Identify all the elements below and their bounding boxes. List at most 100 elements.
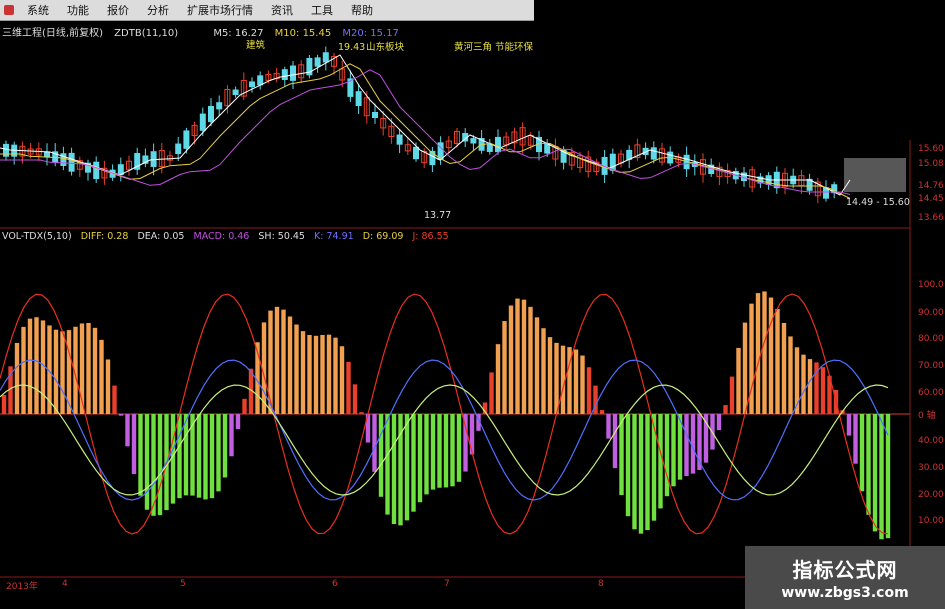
- ind-sh: SH: 50.45: [258, 231, 305, 242]
- candle-body: [183, 130, 190, 149]
- macd-bar: [378, 414, 384, 497]
- macd-bar: [671, 414, 676, 487]
- range-label: 14.49 - 15.60: [846, 197, 910, 208]
- candle-body: [216, 102, 223, 110]
- ind-tick: 100.0: [918, 280, 944, 290]
- macd-bar: [768, 297, 774, 414]
- macd-bar: [443, 414, 449, 488]
- indicator-values-row: VOL-TDX(5,10) DIFF: 0.28 DEA: 0.05 MACD:…: [2, 231, 455, 242]
- price-tick: 14.76: [918, 181, 944, 191]
- macd-bar: [203, 414, 208, 500]
- macd-bar: [716, 414, 722, 431]
- macd-bar: [632, 414, 637, 530]
- macd-bar: [872, 414, 878, 532]
- date-label: 7: [444, 579, 450, 589]
- candle-body: [93, 161, 100, 180]
- macd-bar: [495, 344, 501, 414]
- macd-bar: [554, 342, 559, 414]
- macd-bar: [86, 322, 91, 414]
- candle-body: [314, 57, 321, 67]
- candle-body: [495, 136, 501, 153]
- macd-bar: [801, 354, 806, 414]
- ind-diff: DIFF: 0.28: [80, 231, 129, 242]
- tag-building: 建筑: [246, 39, 266, 51]
- macd-bar: [755, 293, 761, 414]
- macd-bar: [235, 414, 241, 430]
- ma20-line: [0, 69, 851, 195]
- candle-body: [175, 143, 182, 155]
- macd-bar: [359, 412, 364, 414]
- macd-bar: [417, 414, 423, 503]
- macd-bar: [183, 414, 189, 496]
- macd-bar: [14, 342, 20, 414]
- candle-body: [650, 147, 657, 160]
- macd-bar: [723, 405, 728, 414]
- candle-body: [486, 143, 493, 152]
- macd-bar: [859, 414, 865, 492]
- macd-bar: [352, 384, 358, 414]
- ind-tick: 80.00: [918, 334, 944, 344]
- macd-bar: [599, 410, 605, 414]
- candle-body: [626, 149, 633, 160]
- macd-bar: [450, 414, 455, 487]
- ind-tick: 90.00: [918, 308, 944, 318]
- macd-bar: [196, 414, 202, 498]
- macd-bar: [846, 414, 852, 436]
- site-watermark: 指标公式网 www.zbgs3.com: [745, 546, 945, 609]
- date-label: 2013年: [6, 582, 38, 592]
- macd-bar: [437, 414, 442, 488]
- macd-bar: [404, 414, 410, 521]
- candle-body: [544, 143, 551, 154]
- candle-body: [396, 134, 403, 145]
- macd-bar: [820, 367, 826, 414]
- candle-body: [281, 69, 288, 81]
- macd-bar: [209, 414, 215, 499]
- candle-body: [68, 152, 75, 172]
- macd-bar: [606, 414, 611, 439]
- macd-bar: [508, 305, 514, 414]
- ind-tick: 10.00: [918, 516, 944, 526]
- macd-bar: [456, 414, 462, 482]
- macd-bar: [866, 414, 871, 515]
- macd-bar: [736, 347, 741, 414]
- macd-bar: [489, 372, 494, 414]
- macd-bar: [339, 346, 345, 414]
- macd-bar: [528, 306, 533, 414]
- macd-bar: [619, 414, 624, 496]
- ind-tick: 30.00: [918, 463, 944, 473]
- macd-bar: [294, 324, 299, 414]
- macd-bar: [320, 334, 325, 414]
- watermark-title: 指标公式网: [792, 558, 898, 582]
- date-label: 5: [180, 579, 186, 589]
- ind-dea: DEA: 0.05: [137, 231, 185, 242]
- macd-bar: [177, 414, 182, 499]
- macd-bar: [229, 414, 234, 457]
- macd-bar: [346, 361, 351, 414]
- macd-bar: [658, 414, 663, 509]
- macd-bar: [287, 316, 293, 414]
- ind-macd: MACD: 0.46: [193, 231, 250, 242]
- macd-bar: [40, 320, 46, 414]
- candle-body: [355, 91, 362, 107]
- macd-bar: [515, 298, 520, 414]
- macd-bar: [781, 322, 787, 414]
- macd-bar: [411, 414, 416, 512]
- macd-bar: [216, 414, 221, 492]
- macd-bar: [99, 339, 104, 414]
- macd-bar: [664, 414, 670, 497]
- macd-bar: [157, 414, 163, 516]
- chart-canvas[interactable]: 建筑 19.43 山东板块 黄河三角 节能环保 13.77 14.49 - 15…: [0, 0, 945, 609]
- macd-bar: [612, 414, 618, 469]
- macd-bar: [534, 317, 540, 414]
- date-label: 6: [332, 579, 338, 589]
- candle-body: [208, 105, 214, 123]
- tag-shandong: 山东板块: [366, 41, 405, 53]
- macd-bar: [541, 328, 546, 414]
- macd-bar: [729, 376, 735, 414]
- macd-bar: [684, 414, 689, 477]
- macd-bar: [222, 414, 228, 478]
- macd-bar: [749, 303, 754, 414]
- macd-bar: [879, 414, 884, 540]
- ind-tick: 40.00: [918, 436, 944, 446]
- macd-bar: [1, 395, 7, 414]
